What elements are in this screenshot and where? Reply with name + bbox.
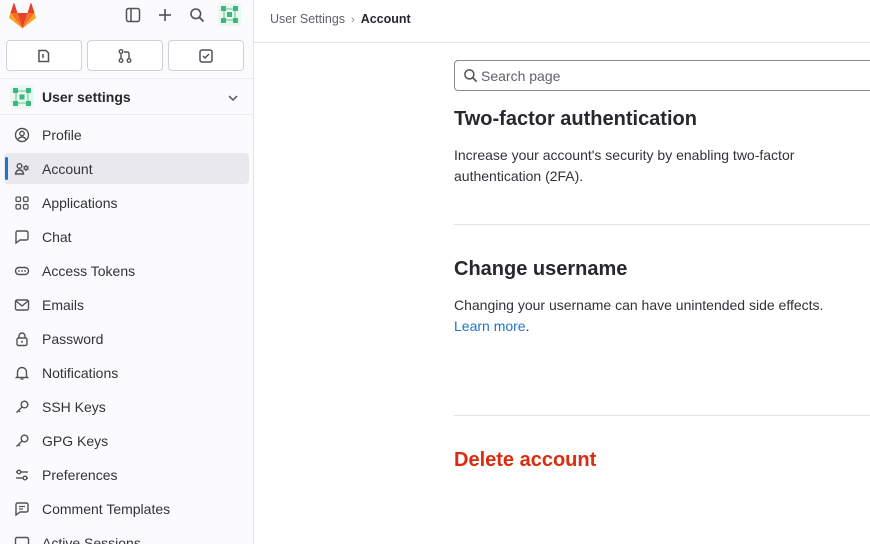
quick-actions	[6, 40, 246, 71]
search-input[interactable]	[481, 67, 861, 85]
delete-account-section: Delete account	[454, 449, 870, 472]
main-content: User Settings › Account Two-factor authent…	[254, 0, 870, 544]
merge-requests-button[interactable]	[87, 40, 163, 71]
breadcrumb-parent-link[interactable]: User Settings	[270, 12, 345, 26]
sidebar-item-applications[interactable]: Applications	[0, 186, 253, 220]
sessions-icon	[14, 536, 30, 544]
search-icon	[464, 69, 478, 83]
preferences-icon	[16, 469, 28, 481]
sidebar-item-notifications[interactable]: Notifications	[0, 356, 253, 390]
active-highlight	[4, 153, 249, 184]
sidebar-item-label: Preferences	[42, 467, 118, 483]
section-divider	[454, 415, 870, 416]
sidebar-item-label: Emails	[42, 297, 85, 313]
issues-icon	[38, 49, 50, 62]
key-icon	[16, 434, 29, 447]
sidebar-item-chat[interactable]: Chat	[0, 220, 253, 254]
sidebar-item-comment-templates[interactable]: Comment Templates	[0, 492, 253, 526]
chat-icon	[15, 230, 29, 245]
context-switcher[interactable]: User settings	[0, 78, 253, 115]
section-description: Changing your username can have unintend…	[454, 295, 854, 337]
plus-icon[interactable]	[156, 6, 174, 24]
breadcrumb-current: Account	[360, 12, 411, 26]
sidebar-item-ssh-keys[interactable]: SSH Keys	[0, 390, 253, 424]
todo-icon	[199, 48, 213, 63]
sidebar-topbar	[0, 0, 253, 34]
key-icon	[16, 400, 29, 413]
description-text: Changing your username can have unintend…	[454, 297, 824, 313]
gitlab-logo[interactable]	[9, 3, 36, 29]
sidebar-toggle-icon[interactable]	[124, 6, 142, 24]
section-title: Delete account	[454, 449, 597, 471]
token-icon	[14, 266, 30, 276]
header-divider	[254, 42, 870, 43]
sidebar-item-label: Account	[42, 161, 93, 177]
active-indicator	[5, 157, 8, 180]
issues-button[interactable]	[6, 40, 82, 71]
chevron-down-icon	[228, 95, 238, 102]
todo-button[interactable]	[168, 40, 244, 71]
sidebar-item-active-sessions[interactable]: Active Sessions	[0, 526, 253, 544]
sidebar-item-profile[interactable]: Profile	[0, 118, 253, 152]
sidebar-item-label: Password	[42, 331, 104, 347]
link-suffix: .	[525, 318, 530, 334]
lock-icon	[16, 332, 28, 347]
settings-nav: Profile Account Applications Chat Access…	[0, 118, 253, 544]
sidebar-item-label: Access Tokens	[42, 263, 136, 279]
change-username-section: Change username Changing your username c…	[454, 258, 870, 337]
search-icon[interactable]	[188, 6, 206, 24]
breadcrumb: User Settings › Account	[270, 12, 411, 26]
comment-template-icon	[15, 502, 29, 517]
sidebar-item-password[interactable]: Password	[0, 322, 253, 356]
two-factor-section: Two-factor authentication Increase your …	[454, 108, 870, 187]
search-box[interactable]	[454, 60, 870, 91]
sidebar-item-gpg-keys[interactable]: GPG Keys	[0, 424, 253, 458]
sidebar: User settings Profile Account Applicatio…	[0, 0, 254, 544]
sidebar-item-label: Profile	[42, 127, 82, 143]
sidebar-item-label: GPG Keys	[42, 433, 109, 449]
learn-more-link[interactable]: Learn more	[454, 318, 526, 334]
section-description: Increase your account's security by enab…	[454, 147, 795, 184]
sidebar-item-label: SSH Keys	[42, 399, 106, 415]
sidebar-item-label: Comment Templates	[42, 501, 171, 517]
breadcrumb-separator: ›	[351, 14, 355, 26]
section-title: Two-factor authentication	[454, 108, 697, 130]
sidebar-item-label: Active Sessions	[42, 535, 141, 544]
sidebar-item-label: Chat	[42, 229, 72, 245]
sidebar-item-emails[interactable]: Emails	[0, 288, 253, 322]
merge-requests-icon	[118, 48, 132, 63]
section-title: Change username	[454, 258, 628, 280]
account-icon	[14, 163, 29, 175]
sidebar-item-label: Notifications	[42, 365, 119, 381]
user-settings-avatar	[10, 85, 34, 109]
sidebar-item-account[interactable]: Account	[0, 152, 253, 186]
section-divider	[454, 224, 870, 225]
sidebar-item-access-tokens[interactable]: Access Tokens	[0, 254, 253, 288]
bell-icon	[14, 366, 30, 380]
profile-icon	[14, 127, 30, 143]
context-title: User settings	[42, 89, 131, 105]
applications-icon	[15, 196, 29, 210]
sidebar-item-label: Applications	[42, 195, 118, 211]
user-avatar[interactable]	[218, 3, 241, 26]
mail-icon	[14, 299, 30, 311]
sidebar-item-preferences[interactable]: Preferences	[0, 458, 253, 492]
